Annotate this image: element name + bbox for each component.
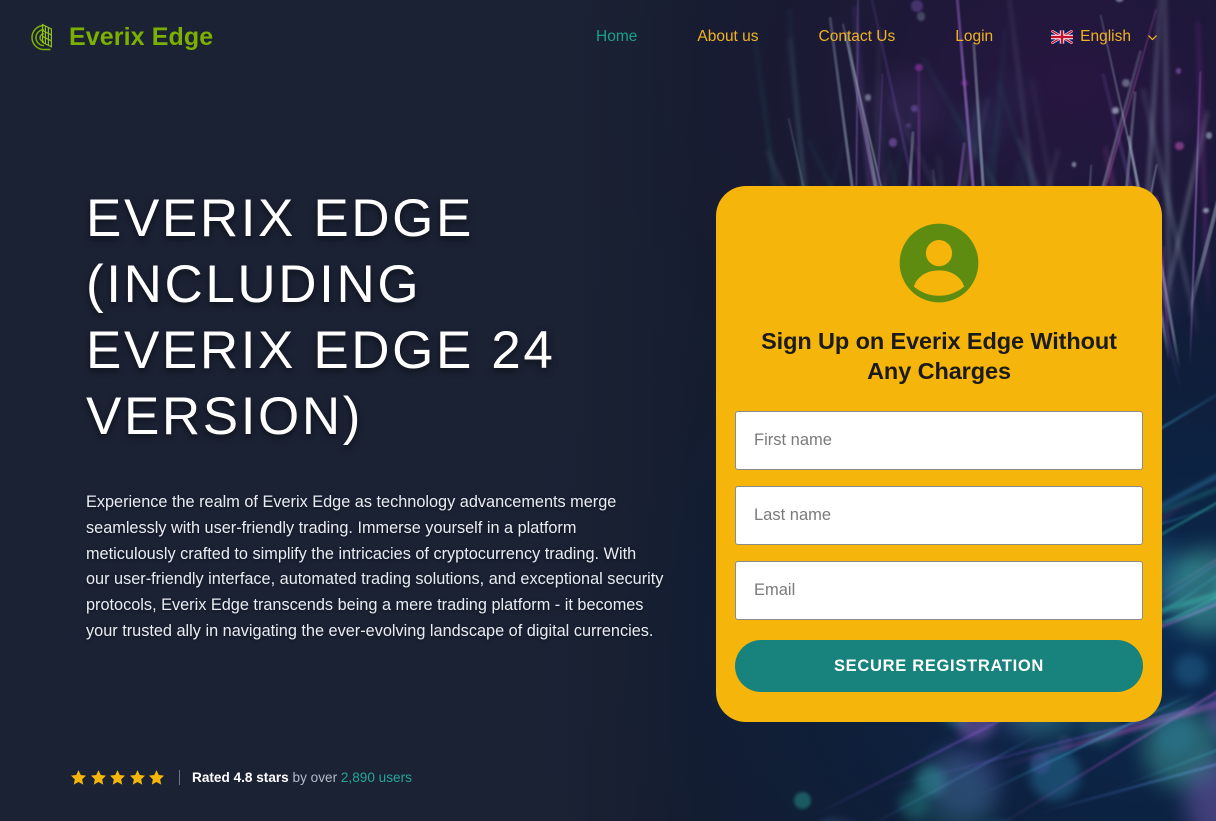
signup-card: Sign Up on Everix Edge Without Any Charg… <box>716 186 1162 722</box>
nav-item-home[interactable]: Home <box>596 22 637 52</box>
hero-content: Everix Edge (including Everix Edge 24 Ve… <box>86 186 686 645</box>
nav-item-contact-us[interactable]: Contact Us <box>819 22 896 52</box>
rating-score: 4.8 stars <box>233 770 289 785</box>
star-rating <box>70 769 165 786</box>
first-name-input[interactable] <box>735 411 1143 471</box>
rating-prefix: Rated <box>192 770 230 785</box>
rating-middle: by over <box>292 770 338 785</box>
rating-text: Rated 4.8 stars by over 2,890 users <box>192 770 412 785</box>
page-title: Everix Edge (including Everix Edge 24 Ve… <box>86 189 556 446</box>
brand-name: Everix Edge <box>69 22 214 51</box>
star-icon <box>90 770 106 785</box>
signup-title: Sign Up on Everix Edge Without Any Charg… <box>761 328 1117 385</box>
language-selector[interactable]: English <box>1051 28 1158 46</box>
hero-description: Experience the realm of Everix Edge as t… <box>86 492 664 641</box>
brand-logo-link[interactable]: Everix Edge <box>22 20 213 54</box>
everix-spiral-logo-icon <box>31 23 52 51</box>
star-icon <box>109 770 126 785</box>
chevron-down-icon <box>1148 34 1157 40</box>
secure-registration-button[interactable]: SECURE REGISTRATION <box>735 640 1143 693</box>
uk-flag-icon <box>1051 30 1074 44</box>
site-header: Everix Edge Home About us Contact Us Log… <box>0 0 1216 74</box>
nav-item-about-us[interactable]: About us <box>697 22 758 52</box>
main-navigation: Home About us Contact Us Login English <box>596 22 1158 52</box>
rating-divider <box>179 770 180 785</box>
rating-badge: Rated 4.8 stars by over 2,890 users <box>70 769 412 786</box>
user-avatar-icon <box>899 223 979 303</box>
rating-count: 2,890 users <box>340 770 412 785</box>
star-icon <box>129 770 145 785</box>
star-icon <box>148 770 165 785</box>
star-icon <box>70 770 87 785</box>
email-input[interactable] <box>735 561 1143 621</box>
last-name-input[interactable] <box>735 486 1143 546</box>
language-label: English <box>1080 28 1131 45</box>
signup-form: SECURE REGISTRATION <box>735 411 1143 693</box>
nav-item-login[interactable]: Login <box>955 22 993 52</box>
